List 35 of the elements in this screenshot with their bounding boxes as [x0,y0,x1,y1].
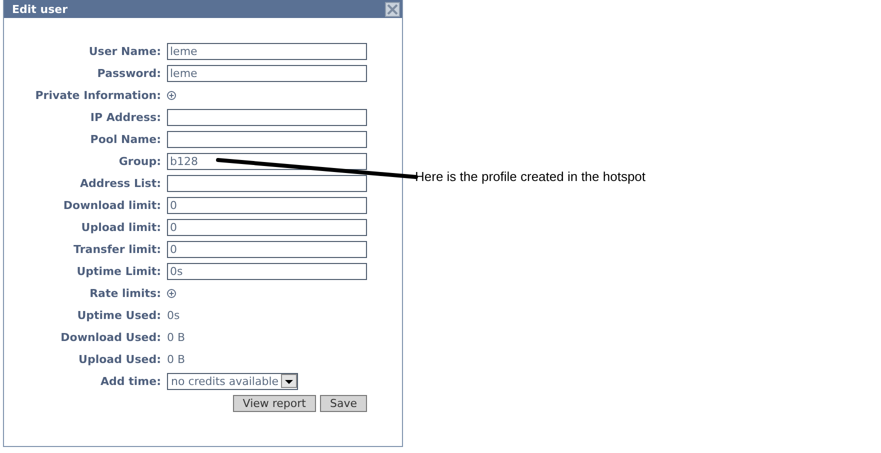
expand-icon[interactable] [167,288,176,298]
field-label: Address List: [78,176,161,190]
field-label: Private Information: [34,88,161,102]
input-field[interactable]: 0s [167,262,367,280]
field-label: Download limit: [62,198,161,212]
dialog-title: Edit user [12,2,68,16]
input-field[interactable]: 0 [167,240,367,258]
field-label: Transfer limit: [72,242,161,256]
input-field[interactable] [167,130,367,148]
field-label: Rate limits: [88,286,161,300]
input-field[interactable] [167,174,367,192]
input-field[interactable] [167,108,367,126]
time-dropdown[interactable]: no credits available [167,372,298,390]
field-label: Uptime Used: [76,308,161,322]
field-value: 0s [167,308,180,322]
input-field[interactable]: leme [167,64,367,82]
field-label: Download Used: [60,330,161,344]
input-field[interactable]: leme [167,42,367,60]
field-label: Password: [96,66,161,80]
field-label: User Name: [88,44,161,58]
field-label: Group: [118,154,161,168]
input-field[interactable]: 0 [167,196,367,214]
field-label: IP Address: [89,110,161,124]
field-value: 0 B [167,330,186,344]
input-field[interactable]: 0 [167,218,367,236]
field-label: Add time: [100,374,161,388]
field-label: Upload Used: [78,352,161,366]
field-label: Uptime Limit: [76,264,161,278]
field-value: 0 B [167,352,186,366]
field-label: Pool Name: [89,132,161,146]
field-label: Upload limit: [80,220,161,234]
dialog-button[interactable]: Save [320,394,367,412]
close-icon[interactable] [385,2,400,16]
expand-icon[interactable] [167,90,176,100]
dialog-button[interactable]: View report [232,394,316,412]
